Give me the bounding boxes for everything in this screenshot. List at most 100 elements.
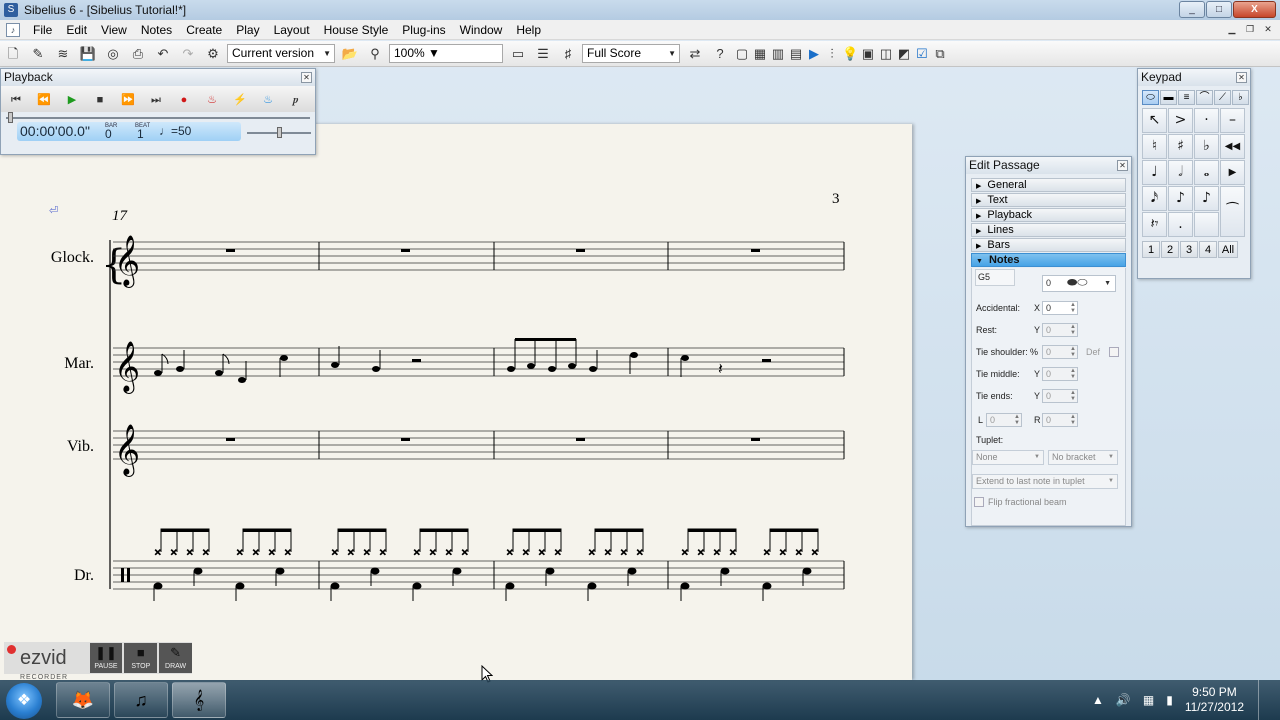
keypad-key[interactable]: 𝅘𝅥𝅯 <box>1142 186 1167 211</box>
panorama-icon[interactable]: ▭ <box>507 43 529 65</box>
keypad-layout-4[interactable]: 4 <box>1199 241 1217 258</box>
flip-fractional-beam-checkbox[interactable] <box>974 497 984 507</box>
keypad-key[interactable]: ♯ <box>1168 134 1193 159</box>
keypad-tab-accidentals[interactable]: ♭ <box>1232 90 1249 105</box>
navigator-icon[interactable]: ▢ <box>734 43 750 65</box>
keypad-tab-more-notes[interactable]: ▬ <box>1160 90 1177 105</box>
keypad-layout-1[interactable]: 1 <box>1142 241 1160 258</box>
keypad-key[interactable]: 𝅝 <box>1194 160 1219 185</box>
spinner-icon[interactable]: ▲ ▼ <box>1070 324 1076 336</box>
keypad-key[interactable]: ⁀ <box>1220 186 1245 237</box>
keypad-layout-3[interactable]: 3 <box>1180 241 1198 258</box>
menu-plug-ins[interactable]: Plug-ins <box>395 20 452 40</box>
edit-passage-panel-title[interactable]: Edit Passage ✕ <box>966 157 1131 174</box>
keypad-key[interactable]: ▶ <box>1220 160 1245 185</box>
minimize-button[interactable]: _ <box>1179 1 1205 18</box>
tempo-thumb[interactable] <box>277 127 282 138</box>
transport-icon[interactable]: ◩ <box>896 43 912 65</box>
tie-ends-y-field[interactable]: 0 ▲ ▼ <box>1042 389 1078 403</box>
live-playback-icon[interactable]: ⚡ <box>228 90 252 110</box>
ezvid-stop-button[interactable]: ■ STOP <box>124 643 158 673</box>
keypad-key[interactable]: ♮ <box>1142 134 1167 159</box>
version-select[interactable]: Current version ▼ <box>227 44 335 63</box>
keypad-layout-2[interactable]: 2 <box>1161 241 1179 258</box>
score-staves[interactable]: ⏎ { 𝄞 𝄞 𝄽 𝄞 × × × × × × × × × × × × × × … <box>0 68 912 680</box>
rubato-icon[interactable]: 𝆏 <box>284 90 308 110</box>
keypad-tab-common-notes[interactable]: ⬭ <box>1142 90 1159 105</box>
keypad-key[interactable]: ♩ <box>1142 160 1167 185</box>
spinner-icon[interactable]: ▲ ▼ <box>1070 368 1076 380</box>
keypad-key[interactable]: ♪ <box>1194 186 1219 211</box>
transpose-icon[interactable]: ♯ <box>557 43 579 65</box>
new-file-icon[interactable]: 🗋 <box>2 43 24 65</box>
zoom-icon[interactable]: ⚲ <box>364 43 386 65</box>
tie-ends-right-field[interactable]: 0 ▲ ▼ <box>1042 413 1078 427</box>
network-icon[interactable]: ▦ <box>1143 693 1154 707</box>
ideas-icon[interactable]: 💡 <box>842 43 858 65</box>
menu-view[interactable]: View <box>94 20 134 40</box>
menu-house-style[interactable]: House Style <box>317 20 396 40</box>
scan-icon[interactable]: ≋ <box>52 43 74 65</box>
tuplet-extend-select[interactable]: Extend to last note in tuplet ▼ <box>972 474 1118 489</box>
properties-window-icon[interactable]: ▥ <box>770 43 786 65</box>
ezvid-draw-button[interactable]: ✎ DRAW <box>159 643 192 673</box>
taskbar-firefox-icon[interactable]: 🦊 <box>56 682 110 718</box>
keypad-key[interactable]: – <box>1220 108 1245 133</box>
keypad-key[interactable]: · <box>1194 108 1219 133</box>
section-general[interactable]: ▶ General <box>971 178 1126 192</box>
notehead-type-select[interactable]: 0 ⬬⬭ ▼ <box>1042 275 1116 292</box>
menu-file[interactable]: File <box>26 20 59 40</box>
tie-shoulder-default-checkbox[interactable] <box>1109 347 1119 357</box>
menu-play[interactable]: Play <box>229 20 266 40</box>
tempo-slider[interactable] <box>247 127 311 139</box>
keypad-layout-all[interactable]: All <box>1218 241 1238 258</box>
doc-close-icon[interactable]: ✕ <box>1260 22 1276 37</box>
document-icon[interactable]: ♪ <box>6 22 20 37</box>
mixer-icon[interactable]: ⫶ <box>824 43 840 65</box>
parts-icon[interactable]: ⇄ <box>684 43 706 65</box>
keypad-key[interactable]: ◀◀ <box>1220 134 1245 159</box>
show-hidden-icons-icon[interactable]: ▲ <box>1092 693 1104 707</box>
stop-icon[interactable]: ■ <box>88 90 112 110</box>
menu-window[interactable]: Window <box>453 20 510 40</box>
taskbar-itunes-icon[interactable]: ♫ <box>114 682 168 718</box>
keypad-key[interactable]: ♭ <box>1194 134 1219 159</box>
doc-restore-icon[interactable]: ❐ <box>1242 22 1258 37</box>
score-view-select[interactable]: Full Score ▼ <box>582 44 680 63</box>
mixer-window-icon[interactable]: ▤ <box>788 43 804 65</box>
signal-icon[interactable]: ▮ <box>1166 693 1173 707</box>
rewind-to-start-icon[interactable]: ⏮ <box>4 90 28 110</box>
close-button[interactable]: X <box>1233 1 1276 18</box>
start-button-icon[interactable]: ❖ <box>6 683 42 719</box>
keypad-key[interactable]: . <box>1168 212 1193 237</box>
keypad-key[interactable]: 𝅗𝅥 <box>1168 160 1193 185</box>
focus-on-staves-icon[interactable]: ☰ <box>532 43 554 65</box>
playback-window-icon[interactable]: ▶ <box>806 43 822 65</box>
keypad-tab-jazz[interactable]: ⟋ <box>1214 90 1231 105</box>
section-notes[interactable]: ▼ Notes <box>971 253 1126 267</box>
spinner-icon[interactable]: ▲ ▼ <box>1014 414 1020 426</box>
espressivo-icon[interactable]: ♨ <box>256 90 280 110</box>
save-icon[interactable]: 💾 <box>77 43 99 65</box>
taskbar-sibelius-icon[interactable]: 𝄞 <box>172 682 226 718</box>
section-bars[interactable]: ▶ Bars <box>971 238 1126 252</box>
redo-icon[interactable]: ↷ <box>177 43 199 65</box>
keypad-panel-title[interactable]: Keypad ✕ <box>1138 69 1250 86</box>
keypad-key[interactable] <box>1194 212 1219 237</box>
volume-icon[interactable]: 🔊 <box>1116 693 1131 707</box>
timeline-thumb[interactable] <box>8 112 13 123</box>
menu-edit[interactable]: Edit <box>59 20 94 40</box>
open-file-icon[interactable]: ✎ <box>27 43 49 65</box>
go-to-end-icon[interactable]: ⏭ <box>144 90 168 110</box>
flexi-time-icon[interactable]: ♨ <box>200 90 224 110</box>
versions-gear-icon[interactable]: ⚙ <box>202 43 224 65</box>
section-text[interactable]: ▶ Text <box>971 193 1126 207</box>
sibelius-app-icon[interactable]: S <box>4 3 18 17</box>
tie-ends-left-field[interactable]: 0 ▲ ▼ <box>986 413 1022 427</box>
tuplet-type-select[interactable]: None ▼ <box>972 450 1044 465</box>
tie-middle-y-field[interactable]: 0 ▲ ▼ <box>1042 367 1078 381</box>
keypad-key[interactable]: ↖ <box>1142 108 1167 133</box>
rewind-icon[interactable]: ⏪ <box>32 90 56 110</box>
play-icon[interactable]: ▶ <box>60 90 84 110</box>
menu-create[interactable]: Create <box>179 20 229 40</box>
